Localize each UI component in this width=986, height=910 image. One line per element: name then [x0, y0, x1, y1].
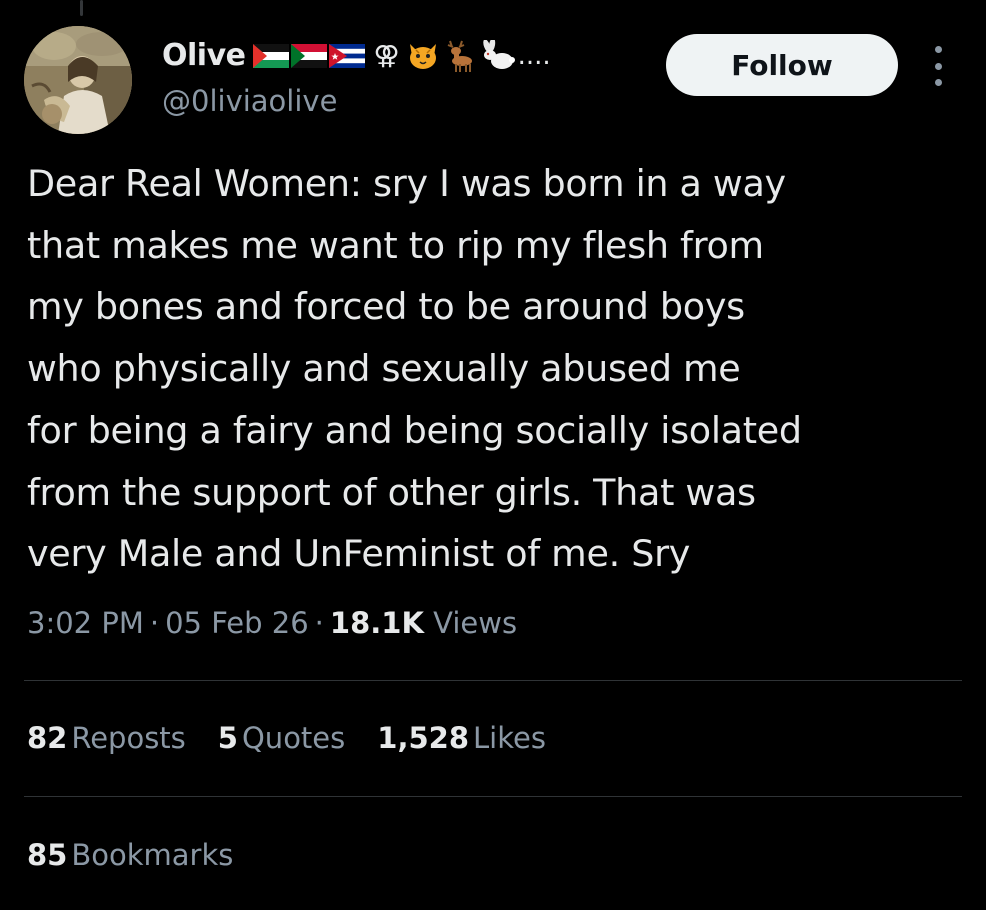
tweet-text-line: that makes me want to rip my flesh from: [27, 223, 764, 267]
name-truncation: ....: [517, 40, 551, 71]
tweet-date[interactable]: 05 Feb 26: [165, 606, 309, 640]
tweet-text-line: who physically and sexually abused me: [27, 347, 741, 391]
tweet-meta: 3:02 PM · 05 Feb 26 · 18.1K Views: [27, 606, 517, 640]
sudan-flag-icon: [291, 43, 328, 68]
engagement-stats: 82 Reposts 5 Quotes 1,528 Likes: [27, 721, 546, 755]
sapphic-symbol-icon: ⚢: [373, 40, 400, 71]
reposts-stat[interactable]: 82 Reposts: [27, 721, 186, 755]
deer-icon: [447, 40, 472, 72]
tweet-text-line: from the support of other girls. That wa…: [27, 470, 756, 514]
author-display-name[interactable]: Olive: [162, 38, 246, 73]
likes-label: Likes: [473, 721, 546, 755]
reposts-label: Reposts: [71, 721, 186, 755]
more-options-icon[interactable]: [926, 46, 950, 86]
views-label: Views: [433, 606, 518, 640]
rabbit-icon: [482, 39, 515, 69]
divider: [24, 680, 962, 681]
quotes-stat[interactable]: 5 Quotes: [218, 721, 345, 755]
tweet-text: Dear Real Women: sry I was born in a way…: [27, 153, 967, 585]
palestine-flag-icon: [253, 43, 290, 68]
avatar-image: [24, 26, 132, 134]
more-dot: [934, 46, 942, 53]
bookmarks-label: Bookmarks: [71, 838, 234, 872]
more-dot: [934, 62, 942, 70]
cuba-flag-icon: [329, 43, 366, 68]
tweet-text-line: Dear Real Women: sry I was born in a way: [27, 162, 786, 205]
more-dot: [934, 79, 942, 86]
tweet-time[interactable]: 3:02 PM: [27, 606, 144, 640]
meta-separator: ·: [149, 606, 160, 640]
meta-separator: ·: [314, 606, 324, 640]
tweet-text-line: for being a fairy and being socially iso…: [27, 408, 802, 452]
quotes-label: Quotes: [241, 721, 346, 755]
divider: [24, 796, 962, 797]
quotes-count: 5: [217, 721, 238, 755]
author-handle[interactable]: @0liviaolive: [162, 84, 337, 118]
bookmarks-stat[interactable]: 85 Bookmarks: [27, 838, 233, 872]
likes-count: 1,528: [377, 721, 469, 755]
likes-stat[interactable]: 1,528 Likes: [377, 721, 546, 755]
thread-connector-line: [80, 0, 83, 16]
cat-face-icon: [409, 43, 436, 69]
follow-button[interactable]: Follow: [666, 34, 898, 96]
bookmarks-count: 85: [27, 838, 68, 872]
views-count: 18.1K: [329, 606, 424, 640]
avatar[interactable]: [24, 26, 132, 134]
author-name-row: Olive ⚢ ....: [162, 38, 551, 73]
author-emoji-strip: ⚢ ....: [253, 39, 551, 73]
tweet-text-line: my bones and forced to be around boys: [27, 285, 745, 329]
tweet-text-line: very Male and UnFeminist of me. Sry: [27, 532, 691, 576]
reposts-count: 82: [27, 721, 68, 755]
